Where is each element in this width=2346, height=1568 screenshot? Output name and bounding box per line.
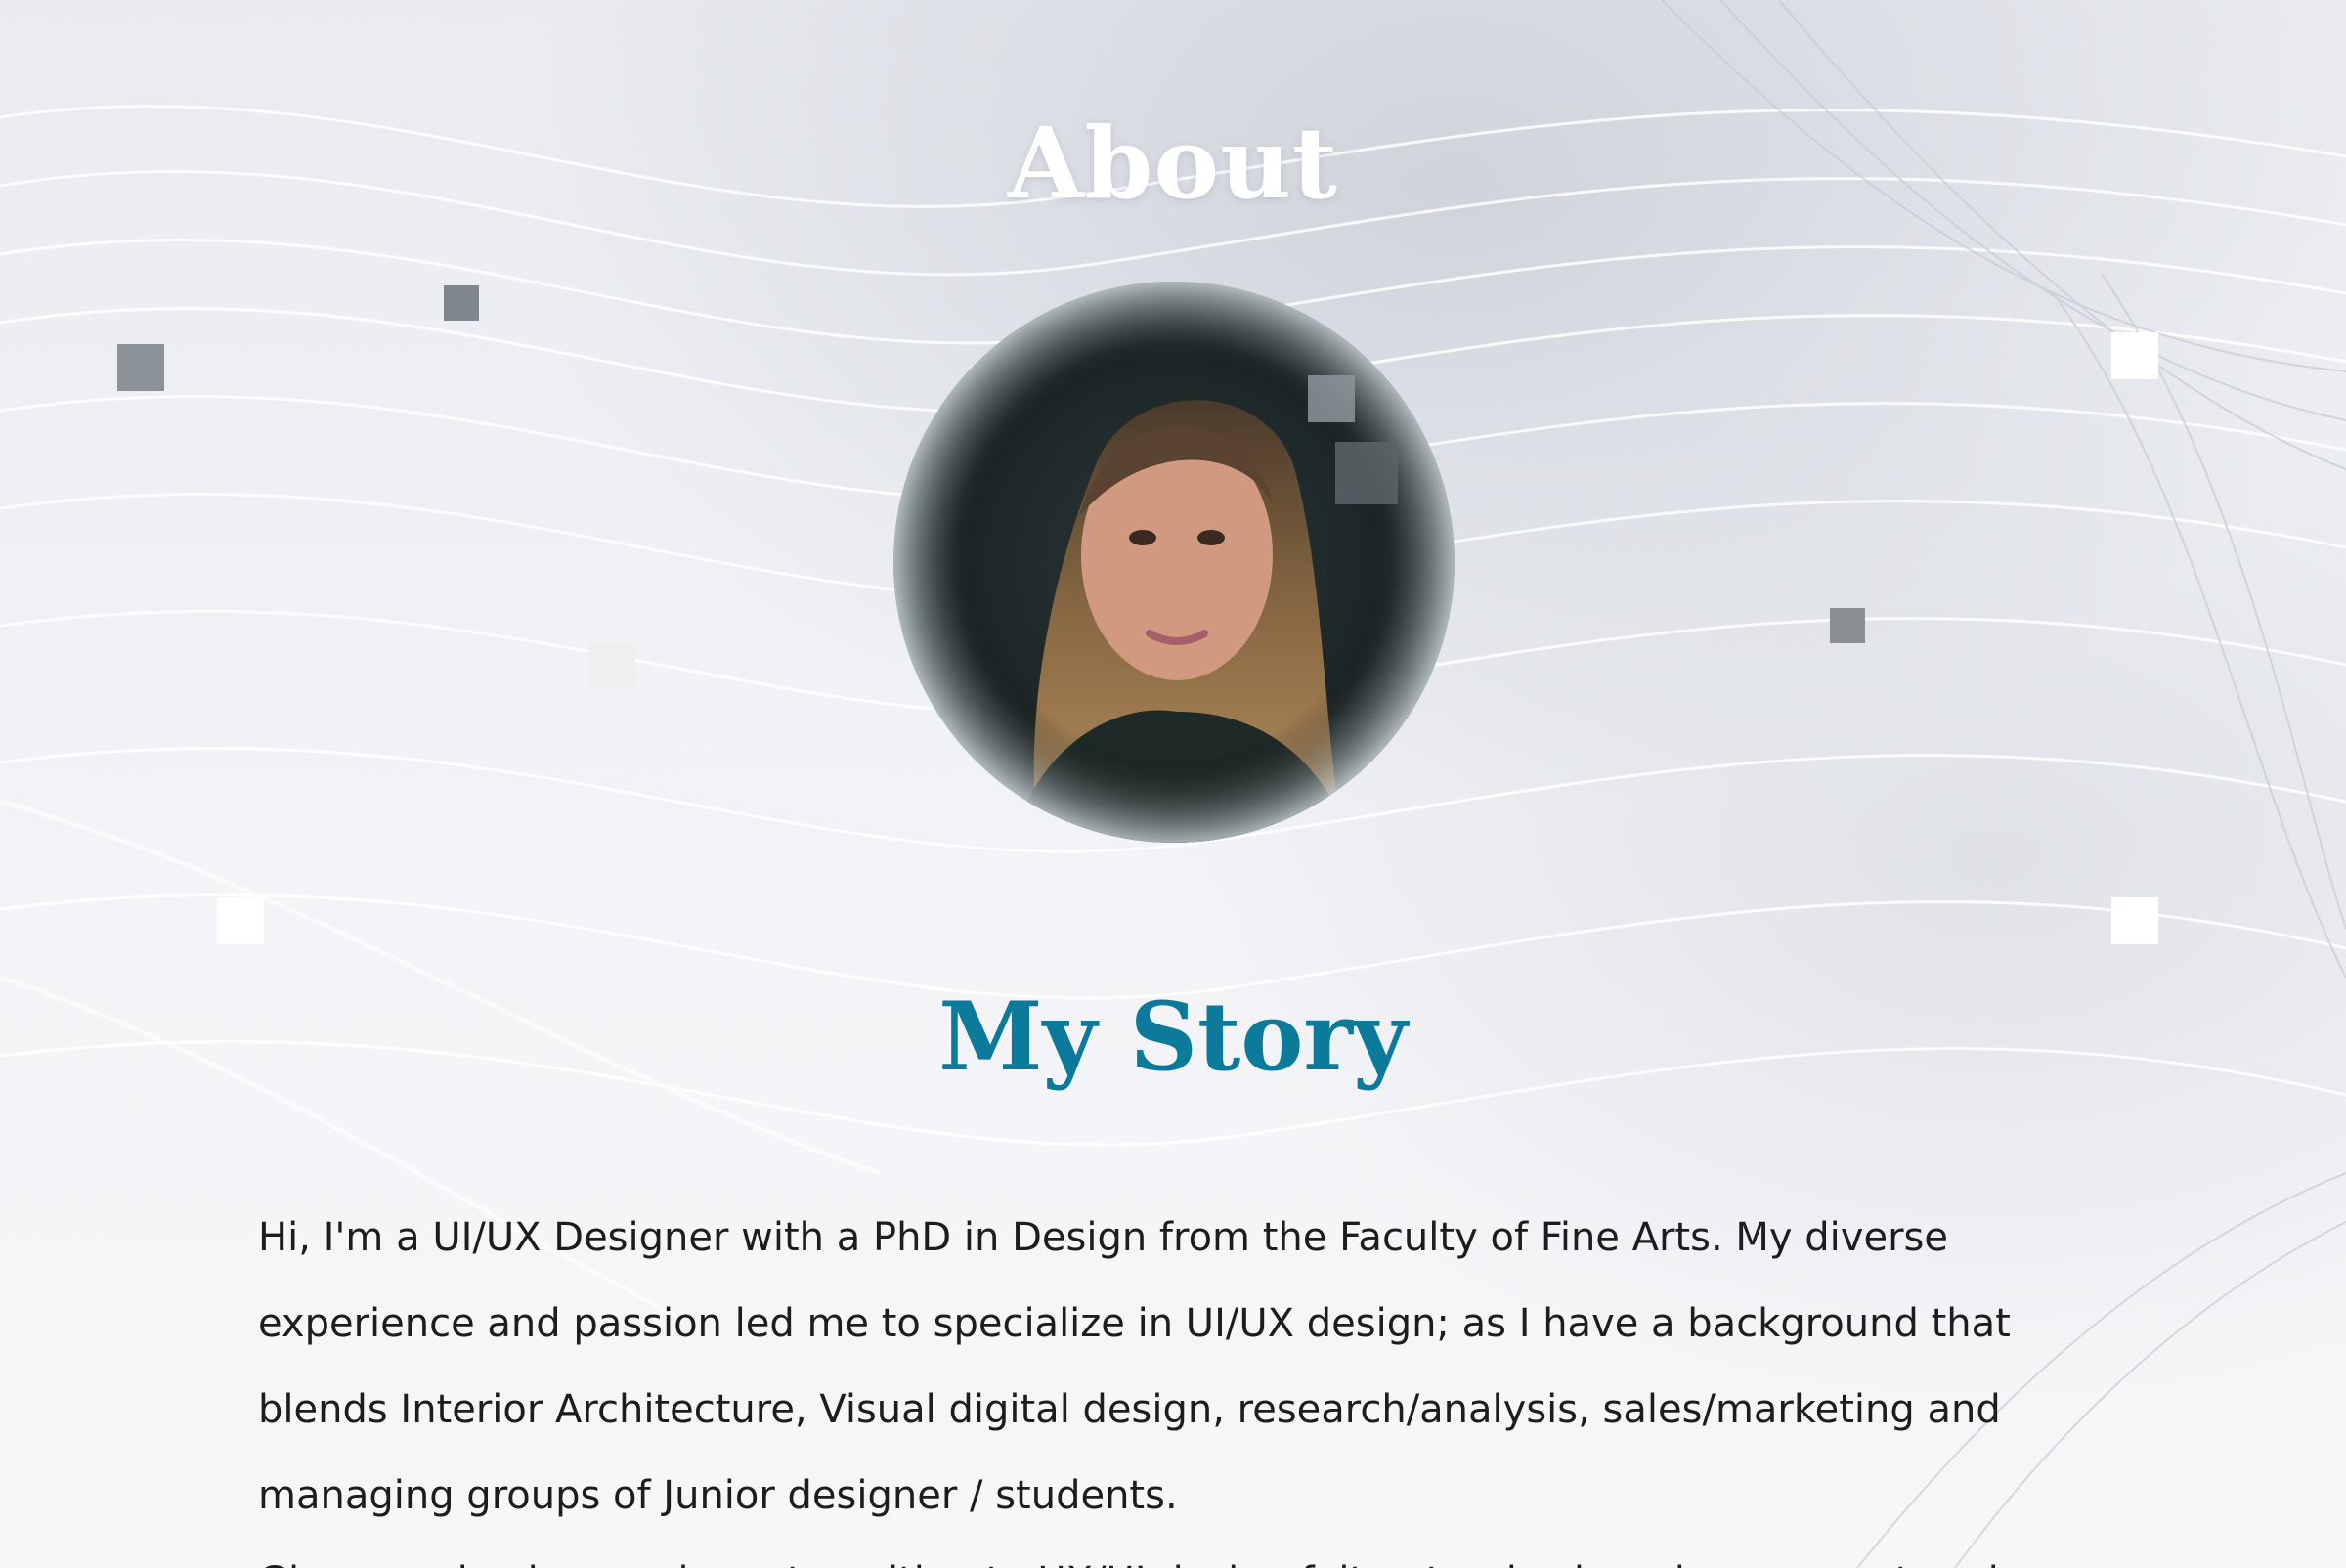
decorative-square [117, 344, 164, 391]
decorative-square [2111, 332, 2158, 379]
decorative-square [1830, 608, 1865, 643]
story-paragraph: Given my background, my transition to UX… [258, 1539, 2115, 1568]
profile-photo [893, 282, 1455, 843]
decorative-square [1335, 442, 1398, 504]
story-paragraph: Hi, I'm a UI/UX Designer with a PhD in D… [258, 1215, 2011, 1518]
decorative-square [2111, 897, 2158, 944]
story-text: Hi, I'm a UI/UX Designer with a PhD in D… [258, 1195, 2115, 1568]
decorative-square [444, 285, 479, 321]
decorative-square [217, 897, 264, 944]
section-title: My Story [938, 981, 1408, 1092]
page-title: About [1007, 106, 1339, 221]
decorative-square [588, 643, 635, 690]
decorative-square [1308, 375, 1355, 422]
